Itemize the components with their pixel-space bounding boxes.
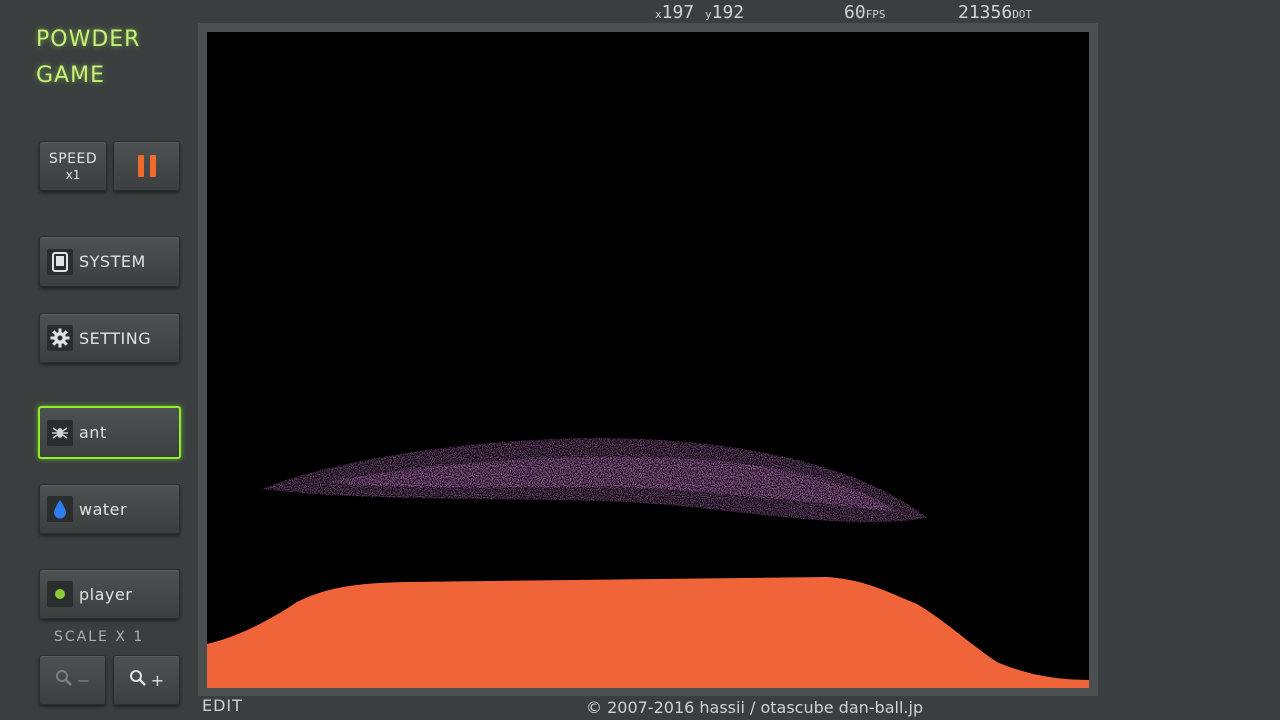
cursor-coordinates: x197 y192 [655, 2, 744, 23]
speed-button[interactable]: SPEED x1 [39, 141, 107, 191]
magnifier-minus-icon [55, 669, 73, 691]
zoom-out-sign: − [76, 670, 91, 690]
ant-element-button[interactable]: ant [38, 406, 181, 459]
water-label: water [79, 499, 128, 519]
speed-multiplier: x1 [65, 168, 81, 182]
water-element-button[interactable]: water [39, 484, 180, 534]
pause-button[interactable] [113, 141, 180, 191]
dot-unit: DOT [1012, 8, 1033, 21]
y-value: 192 [711, 2, 745, 23]
system-button[interactable]: SYSTEM [39, 236, 180, 287]
logo-line-1: POWDER [36, 27, 141, 52]
player-dot-icon [47, 581, 73, 607]
pause-icon [135, 155, 159, 177]
gear-icon [47, 325, 73, 351]
simulation-canvas[interactable] [207, 32, 1089, 688]
y-label: y [704, 8, 712, 21]
dot-value: 21356 [958, 2, 1013, 23]
water-drop-icon [47, 496, 73, 522]
copyright-text: © 2007-2016 hassii / otascube dan-ball.j… [586, 698, 924, 717]
system-label: SYSTEM [79, 252, 146, 271]
x-label: x [655, 8, 662, 21]
ant-label: ant [79, 423, 107, 442]
sand-mound [207, 577, 1089, 688]
zoom-in-sign: + [150, 670, 165, 690]
x-value: 197 [661, 2, 695, 23]
game-logo: POWDER GAME [36, 22, 186, 94]
setting-label: SETTING [79, 328, 152, 348]
magnifier-plus-icon [129, 669, 147, 691]
logo-line-2: GAME [36, 63, 105, 88]
setting-button[interactable]: SETTING [39, 313, 180, 363]
fps-counter: 60FPS [844, 2, 886, 23]
tablet-icon [47, 248, 73, 275]
fps-value: 60 [844, 2, 866, 23]
dot-counter: 21356DOT [958, 2, 1032, 23]
edit-mode-label[interactable]: EDIT [202, 696, 243, 715]
particle-field [207, 437, 1089, 688]
fps-unit: FPS [865, 8, 886, 21]
ant-icon [47, 419, 73, 446]
speed-label: SPEED [48, 151, 98, 167]
player-label: player [79, 584, 133, 604]
scale-indicator: SCALE x 1 [54, 629, 145, 645]
zoom-in-button[interactable]: + [113, 655, 180, 705]
zoom-out-button[interactable]: − [39, 655, 106, 705]
player-element-button[interactable]: player [39, 569, 180, 619]
